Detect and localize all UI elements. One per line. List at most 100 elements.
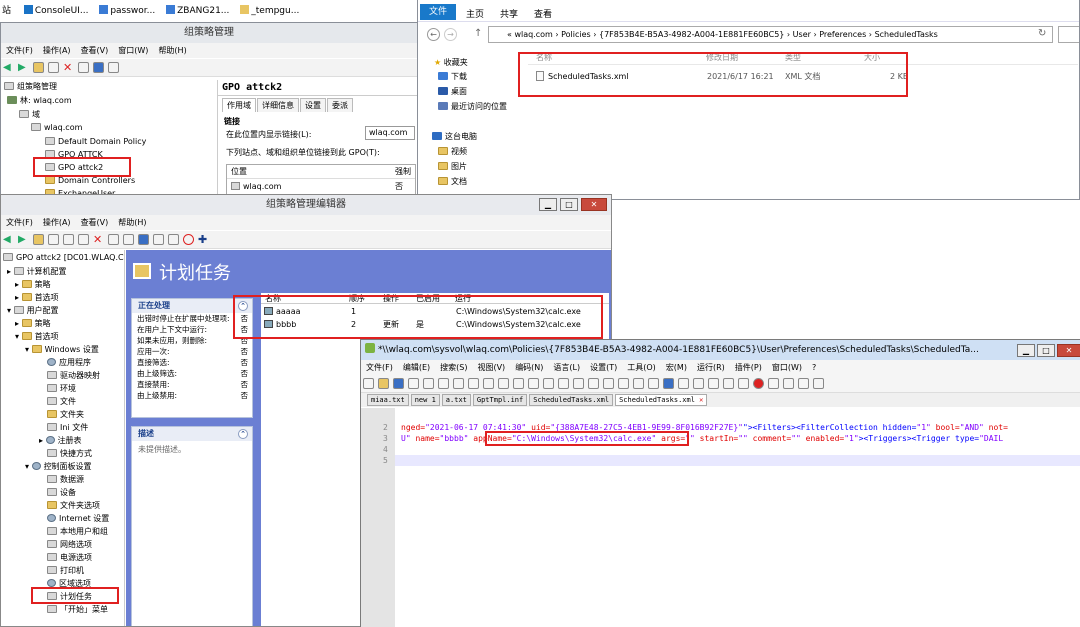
back-arrow-icon[interactable]: ◀ [3, 62, 14, 73]
refresh-icon[interactable] [108, 234, 119, 245]
back-arrow-icon[interactable]: ◀ [3, 234, 14, 245]
play-macro-icon[interactable] [783, 378, 794, 389]
folder-workspace-icon[interactable] [723, 378, 734, 389]
close-button[interactable]: ✕ [1057, 344, 1080, 357]
function-list-icon[interactable] [708, 378, 719, 389]
search-box[interactable] [1058, 26, 1079, 43]
tree-power-options[interactable]: 电源选项 [47, 552, 92, 563]
properties-icon[interactable] [153, 234, 164, 245]
tab-settings[interactable]: 设置 [300, 98, 326, 112]
nav-up-icon[interactable]: ↑ [474, 28, 482, 39]
find-icon[interactable] [543, 378, 554, 389]
taskbar-item[interactable]: ConsoleUI... [23, 5, 88, 16]
sync-h-icon[interactable] [618, 378, 629, 389]
col-enforced[interactable]: 强制 [395, 166, 411, 177]
tree-scheduled-tasks[interactable]: 计划任务 [47, 591, 92, 602]
tab-gpttmpl[interactable]: GptTmpl.inf [472, 394, 528, 406]
indent-guide-icon[interactable] [663, 378, 674, 389]
help-icon[interactable] [138, 234, 149, 245]
menu-view[interactable]: 视图(V) [477, 363, 505, 372]
col-type[interactable]: 类型 [785, 52, 801, 63]
forward-arrow-icon[interactable]: ▶ [18, 62, 29, 73]
collapse-chevron-icon[interactable]: ⌃ [238, 301, 248, 311]
tree-data-sources[interactable]: 数据源 [47, 474, 84, 485]
new-file-icon[interactable] [363, 378, 374, 389]
tree-cc-preferences[interactable]: ▸ 首选项 [15, 292, 59, 303]
print-icon[interactable] [453, 378, 464, 389]
taskbar-item[interactable]: passwor... [99, 5, 155, 16]
sync-v-icon[interactable] [603, 378, 614, 389]
ribbon-home[interactable]: 主页 [466, 7, 484, 20]
close-file-icon[interactable] [423, 378, 434, 389]
properties-icon[interactable] [108, 62, 119, 73]
delete-icon[interactable]: ✕ [63, 62, 74, 73]
nav-videos[interactable]: 视频 [438, 146, 467, 157]
help-icon[interactable] [93, 62, 104, 73]
add-icon[interactable]: ✚ [198, 234, 209, 245]
save-all-icon[interactable] [408, 378, 419, 389]
copy-icon[interactable] [63, 234, 74, 245]
menu-action[interactable]: 操作(A) [43, 46, 71, 55]
col-location[interactable]: 位置 [231, 166, 247, 177]
menu-action[interactable]: 操作(A) [43, 218, 71, 227]
tab-a[interactable]: a.txt [441, 394, 471, 406]
tree-files[interactable]: 文件 [47, 396, 76, 407]
menu-encoding[interactable]: 编码(N) [515, 363, 543, 372]
menu-plugins[interactable]: 插件(P) [735, 363, 762, 372]
col-name[interactable]: 名称 [536, 52, 552, 63]
menu-file[interactable]: 文件(F) [366, 363, 393, 372]
tree-folder-options[interactable]: 文件夹选项 [47, 500, 100, 511]
menu-window[interactable]: 窗口(W) [118, 46, 148, 55]
maximize-button[interactable]: □ [560, 198, 578, 211]
menu-help[interactable]: 帮助(H) [158, 46, 186, 55]
tree-gpo-default[interactable]: Default Domain Policy [45, 136, 146, 147]
tab-scope[interactable]: 作用域 [222, 98, 256, 112]
tree-domain[interactable]: wlaq.com [31, 122, 82, 133]
menu-view[interactable]: 查看(V) [81, 46, 109, 55]
tree-ini-files[interactable]: Ini 文件 [47, 422, 88, 433]
tab-delegation[interactable]: 委派 [327, 98, 353, 112]
nav-back-icon[interactable]: ← [427, 28, 440, 41]
delete-icon[interactable]: ✕ [93, 234, 104, 245]
nav-pictures[interactable]: 图片 [438, 161, 467, 172]
tree-environment[interactable]: 环境 [47, 383, 76, 394]
menu-run[interactable]: 运行(R) [697, 363, 725, 372]
menu-file[interactable]: 文件(F) [6, 218, 33, 227]
tree-network-options[interactable]: 网络选项 [47, 539, 92, 550]
npp-editor[interactable]: nged="2021-06-17 07:41:30" uid="{388A7E4… [395, 408, 1080, 627]
tree-folders[interactable]: 文件夹 [47, 409, 84, 420]
close-tab-icon[interactable]: ✕ [699, 396, 703, 404]
cut-icon[interactable] [468, 378, 479, 389]
file-row-name[interactable]: ScheduledTasks.xml [536, 71, 629, 82]
all-chars-icon[interactable] [648, 378, 659, 389]
refresh-icon[interactable]: ↻ [1038, 28, 1046, 39]
refresh-icon[interactable] [78, 62, 89, 73]
tab-miaa[interactable]: miaa.txt [367, 394, 409, 406]
tree-regional-options[interactable]: 区域选项 [47, 578, 91, 589]
redo-icon[interactable] [528, 378, 539, 389]
open-file-icon[interactable] [378, 378, 389, 389]
paste-icon[interactable] [78, 234, 89, 245]
monitor-icon[interactable] [738, 378, 749, 389]
tree-uc-preferences[interactable]: ▾ 首选项 [15, 331, 59, 342]
menu-macro[interactable]: 宏(M) [666, 363, 687, 372]
tree-internet-settings[interactable]: Internet 设置 [47, 513, 109, 524]
table-row[interactable]: bbbb 2 更新 是 C:\Windows\System32\calc.exe [261, 318, 609, 331]
address-bar[interactable]: « wlaq.com › Policies › {7F853B4E-B5A3-4… [488, 26, 1053, 43]
tab-new1[interactable]: new 1 [410, 394, 440, 406]
tree-control-panel[interactable]: ▾ 控制面板设置 [25, 461, 92, 472]
menu-settings[interactable]: 设置(T) [590, 363, 617, 372]
nav-recent[interactable]: 最近访问的位置 [438, 101, 507, 112]
stop-icon[interactable] [183, 234, 194, 245]
taskbar-item[interactable]: _tempgu... [240, 5, 299, 16]
print-icon[interactable] [168, 234, 179, 245]
console-tree-icon[interactable] [48, 62, 59, 73]
nav-favorites[interactable]: ★ 收藏夹 [434, 57, 468, 68]
tab-scheduledtasks-active[interactable]: ScheduledTasks.xml ✕ [615, 394, 708, 406]
folder-up-icon[interactable] [33, 62, 44, 73]
save-macro-icon[interactable] [813, 378, 824, 389]
collapse-chevron-icon[interactable]: ⌃ [238, 429, 248, 439]
tree-printers[interactable]: 打印机 [47, 565, 84, 576]
nav-downloads[interactable]: 下载 [438, 71, 467, 82]
tree-drive-maps[interactable]: 驱动器映射 [47, 370, 100, 381]
